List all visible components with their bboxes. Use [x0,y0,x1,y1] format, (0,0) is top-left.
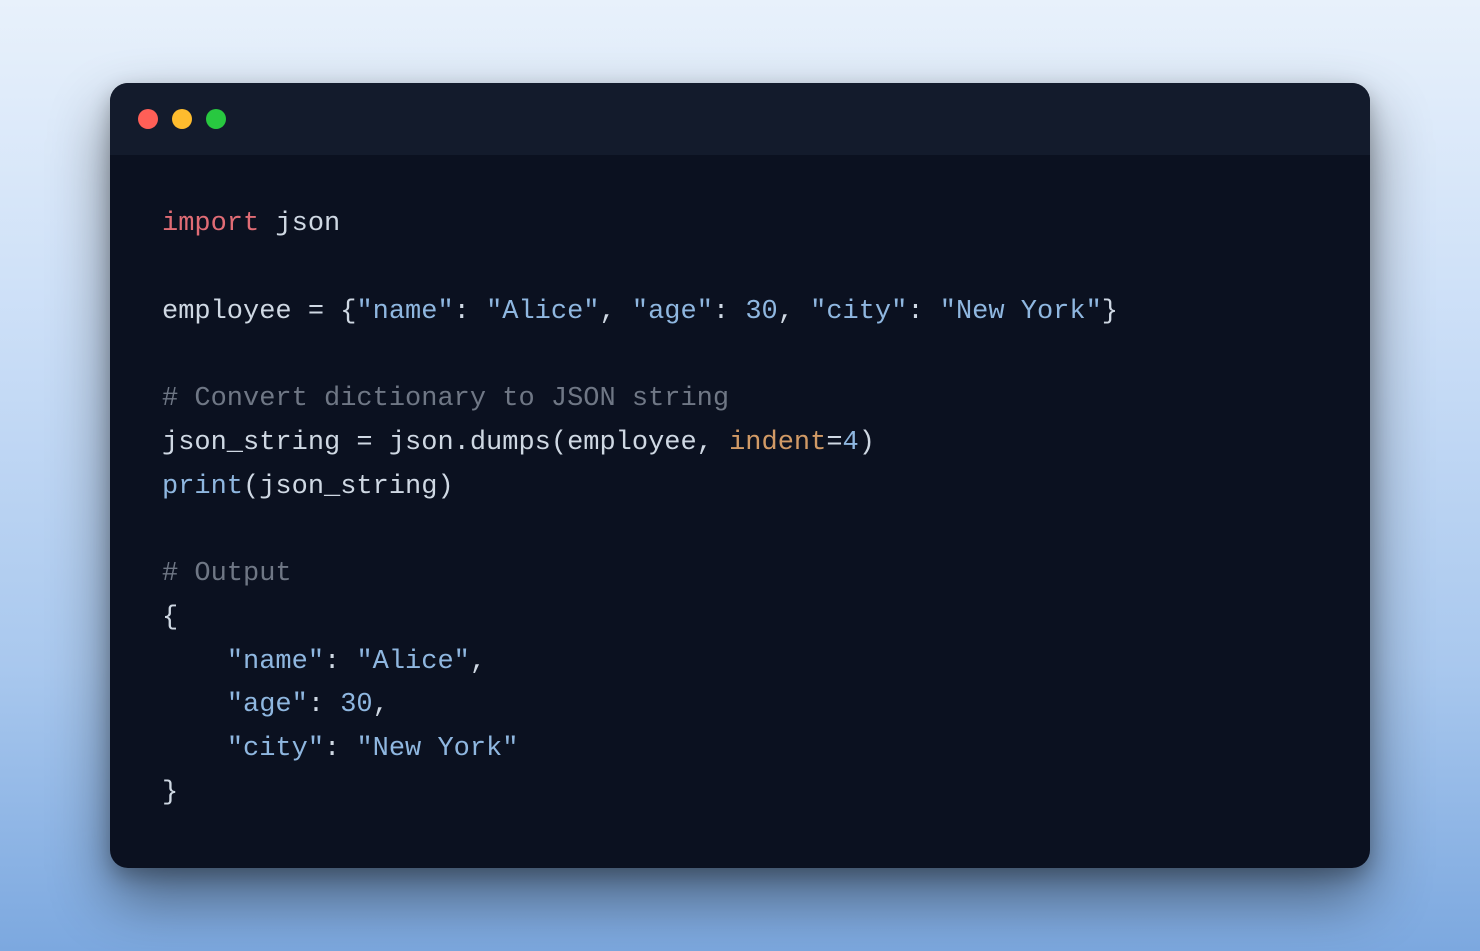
code-line: print(json_string) [162,466,1318,510]
code-token: = [826,428,842,458]
code-token: json [259,209,340,239]
code-token: "city" [810,297,907,327]
code-token: "Alice" [356,647,469,677]
code-line: "name": "Alice", [162,641,1318,685]
code-token [162,734,227,764]
code-line: } [162,772,1318,816]
code-line: "age": 30, [162,684,1318,728]
code-token: "name" [356,297,453,327]
code-token: # Convert dictionary to JSON string [162,384,729,414]
code-token: , [599,297,631,327]
code-token: "name" [227,647,324,677]
code-line: employee = {"name": "Alice", "age": 30, … [162,291,1318,335]
code-token: "city" [227,734,324,764]
code-token [162,647,227,677]
code-token: : [713,297,745,327]
close-icon[interactable] [138,109,158,129]
code-token: "age" [632,297,713,327]
code-line: { [162,597,1318,641]
code-token: : [324,734,356,764]
code-token: 4 [843,428,859,458]
code-line: import json [162,203,1318,247]
code-line: "city": "New York" [162,728,1318,772]
code-line: # Convert dictionary to JSON string [162,378,1318,422]
window-titlebar [110,83,1370,155]
code-token: } [1102,297,1118,327]
code-token: : [454,297,486,327]
code-token: 30 [340,690,372,720]
code-editor-content: import json employee = {"name": "Alice",… [110,155,1370,867]
code-token: "age" [227,690,308,720]
code-token: : [308,690,340,720]
code-token: 30 [745,297,777,327]
code-line: json_string = json.dumps(employee, inden… [162,422,1318,466]
code-token: ) [859,428,875,458]
code-token: { [162,603,178,633]
code-token: # Output [162,559,292,589]
code-token: "New York" [356,734,518,764]
code-token: "New York" [940,297,1102,327]
code-token [162,690,227,720]
minimize-icon[interactable] [172,109,192,129]
code-line [162,335,1318,379]
code-line [162,510,1318,554]
code-line [162,247,1318,291]
code-token: employee = { [162,297,356,327]
code-token: : [324,647,356,677]
zoom-icon[interactable] [206,109,226,129]
code-token: import [162,209,259,239]
code-line: # Output [162,553,1318,597]
code-token: , [470,647,486,677]
code-token: json_string = json.dumps(employee, [162,428,729,458]
code-token: , [373,690,389,720]
code-token: print [162,472,243,502]
code-token: : [907,297,939,327]
code-token: , [778,297,810,327]
code-window: import json employee = {"name": "Alice",… [110,83,1370,867]
code-token: } [162,778,178,808]
code-token: (json_string) [243,472,454,502]
code-token: "Alice" [486,297,599,327]
code-token: indent [729,428,826,458]
